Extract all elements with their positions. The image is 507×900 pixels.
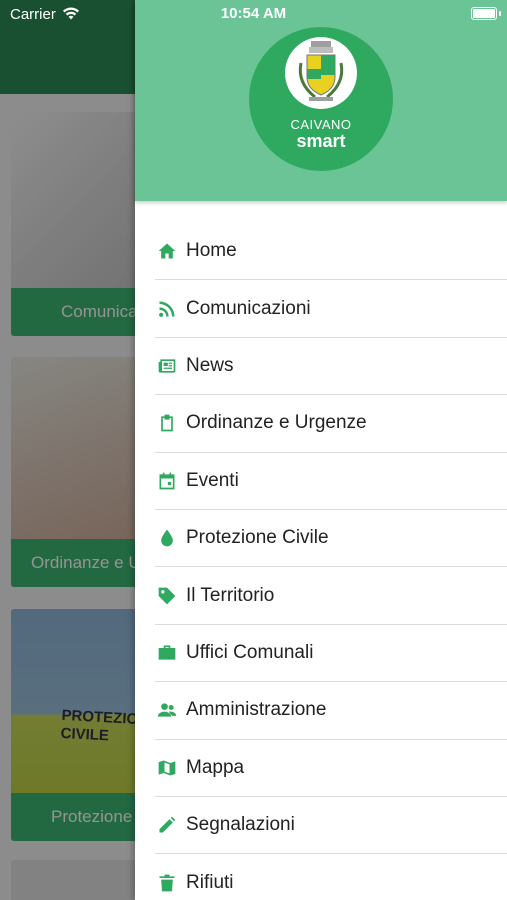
menu-item-segnalazioni[interactable]: Segnalazioni <box>155 797 507 855</box>
menu-item-home[interactable]: Home <box>155 223 507 281</box>
tag-icon <box>155 585 185 607</box>
drop-icon <box>155 527 185 549</box>
map-icon <box>155 757 185 779</box>
pencil-icon <box>155 814 185 836</box>
menu-item-label: News <box>186 354 234 376</box>
menu-item-amministrazione[interactable]: Amministrazione <box>155 682 507 740</box>
navigation-drawer: CAIVANO smart Home Comunicazioni News Or… <box>135 0 507 900</box>
menu-item-comunicazioni[interactable]: Comunicazioni <box>155 280 507 338</box>
logo-smart-text: smart <box>296 131 346 151</box>
menu-item-label: Segnalazioni <box>186 814 295 836</box>
menu-item-protezione-civile[interactable]: Protezione Civile <box>155 510 507 568</box>
menu-item-mappa[interactable]: Mappa <box>155 740 507 797</box>
menu-item-label: Protezione Civile <box>186 527 329 549</box>
menu-item-eventi[interactable]: Eventi <box>155 453 507 510</box>
menu-item-label: Amministrazione <box>186 699 327 721</box>
battery-icon <box>471 7 497 20</box>
menu-item-label: Home <box>186 240 237 262</box>
clock: 10:54 AM <box>220 5 287 22</box>
crest-icon <box>298 41 344 101</box>
app-logo: CAIVANO smart <box>249 27 393 171</box>
newspaper-icon <box>155 355 185 377</box>
menu-item-rifiuti[interactable]: Rifiuti <box>155 854 507 900</box>
clipboard-icon <box>155 412 185 434</box>
menu-item-label: Ordinanze e Urgenze <box>186 412 367 434</box>
calendar-icon <box>155 470 185 492</box>
menu-item-territorio[interactable]: Il Territorio <box>155 567 507 625</box>
menu-item-news[interactable]: News <box>155 338 507 396</box>
menu-item-label: Eventi <box>186 469 239 491</box>
status-bar: Carrier 10:54 AM <box>0 0 507 28</box>
trash-icon <box>155 872 185 894</box>
battery-cap <box>499 11 501 16</box>
menu-item-label: Uffici Comunali <box>186 641 314 663</box>
drawer-header: CAIVANO smart <box>135 0 507 201</box>
briefcase-icon <box>155 642 185 664</box>
menu-item-label: Il Territorio <box>186 584 275 606</box>
users-icon <box>155 699 185 721</box>
home-icon <box>155 240 185 262</box>
menu-item-label: Mappa <box>186 756 245 778</box>
menu-item-label: Rifiuti <box>186 871 234 893</box>
drawer-menu: Home Comunicazioni News Ordinanze e Urge… <box>155 223 507 900</box>
menu-item-ordinanze[interactable]: Ordinanze e Urgenze <box>155 395 507 453</box>
menu-item-uffici-comunali[interactable]: Uffici Comunali <box>155 625 507 683</box>
menu-item-label: Comunicazioni <box>186 297 311 319</box>
logo-city-text: CAIVANO <box>290 117 352 132</box>
rss-icon <box>155 298 185 320</box>
